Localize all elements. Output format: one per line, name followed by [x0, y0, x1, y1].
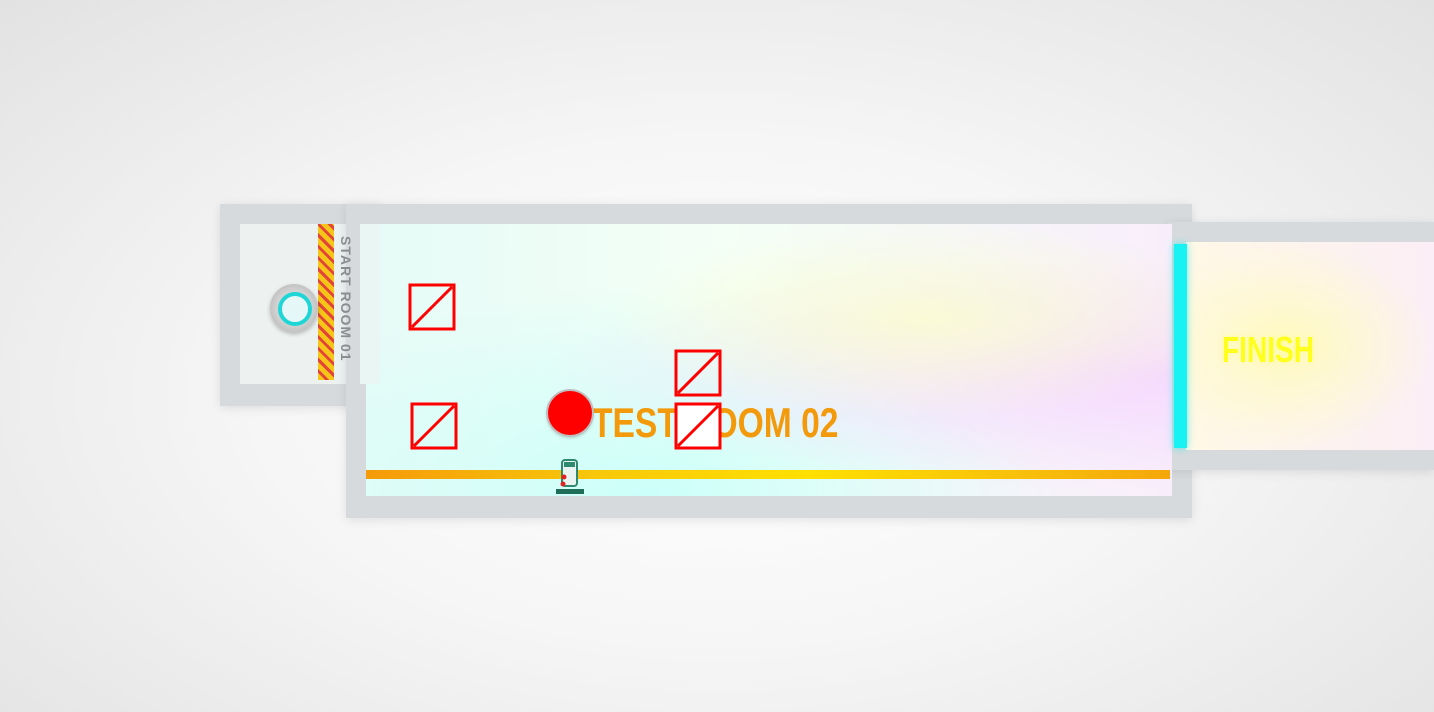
- exit-gate[interactable]: [1174, 244, 1187, 448]
- hazard-stripe: [318, 224, 334, 380]
- spawn-portal-icon[interactable]: [270, 284, 318, 332]
- finish-label: FINISH: [1222, 329, 1315, 370]
- red-ball-icon[interactable]: [548, 391, 592, 435]
- room-connector-floor: [360, 224, 380, 384]
- game-level: START ROOM 01 TEST ROOM 02 FINISH: [0, 0, 1434, 712]
- test-room-floor: [366, 224, 1172, 496]
- crate-icon[interactable]: [674, 349, 722, 397]
- start-room-label: START ROOM 01: [338, 236, 354, 362]
- crate-icon[interactable]: [408, 283, 456, 331]
- crate-icon[interactable]: [410, 402, 458, 450]
- player-robot-icon[interactable]: [554, 458, 586, 496]
- guide-rail: [366, 470, 1170, 479]
- portal-core-icon: [278, 292, 312, 326]
- crate-icon[interactable]: [674, 402, 722, 450]
